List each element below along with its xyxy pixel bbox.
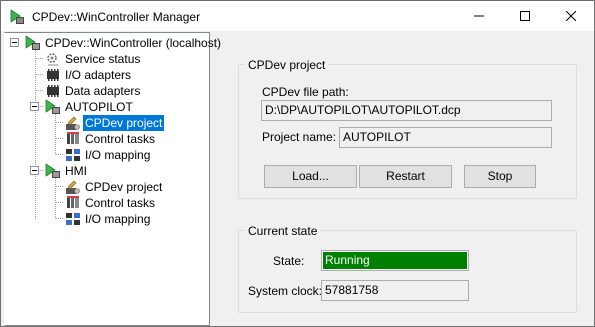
tree-item-hmi-io-mapping[interactable]: I/O mapping: [5, 211, 209, 227]
controller-play-icon: [10, 9, 24, 24]
tree-item-service-status[interactable]: Service status: [5, 51, 209, 67]
tree-item-autopilot-io-mapping[interactable]: I/O mapping: [5, 147, 209, 163]
state-field: Running: [321, 250, 469, 271]
tree-item-label: I/O adapters: [65, 68, 132, 82]
group-title: CPDev project: [245, 57, 329, 73]
tree-item-io-adapters[interactable]: I/O adapters: [5, 67, 209, 83]
close-icon: [566, 11, 576, 21]
tree-item-label: Data adapters: [65, 84, 141, 98]
tree-item-data-adapters[interactable]: Data adapters: [5, 83, 209, 99]
tree-item-hmi-cpdev-project[interactable]: CPDev project: [5, 179, 209, 195]
tree-item-root[interactable]: CPDev::WinController (localhost): [5, 35, 221, 51]
controller-play-icon: [45, 163, 60, 178]
tree-item-label: AUTOPILOT: [65, 100, 133, 114]
file-path-field[interactable]: D:\DP\AUTOPILOT\AUTOPILOT.dcp: [261, 100, 552, 121]
controller-play-icon: [25, 35, 40, 50]
io-mapping-icon: [66, 213, 80, 225]
navigation-tree[interactable]: CPDev::WinController (localhost) Service…: [4, 32, 221, 326]
adapter-chip-icon: [47, 85, 59, 97]
current-state-group: Current state State: Running System cloc…: [238, 223, 577, 313]
service-gears-icon: [47, 53, 58, 66]
project-name-label: Project name:: [262, 130, 337, 144]
state-value: Running: [322, 251, 468, 270]
minimize-button[interactable]: [456, 1, 502, 31]
collapse-icon[interactable]: [10, 38, 19, 47]
tree-item-autopilot-control-tasks[interactable]: Control tasks: [5, 131, 209, 147]
tree-item-label: CPDev project: [83, 115, 165, 131]
project-tools-icon: [66, 116, 80, 130]
project-name-field[interactable]: AUTOPILOT: [339, 127, 552, 148]
task-list-icon: [67, 196, 79, 208]
io-mapping-icon: [66, 149, 80, 161]
tree-item-label: Service status: [65, 52, 141, 66]
tree-item-label: CPDev project: [85, 180, 163, 194]
stop-button[interactable]: Stop: [464, 165, 536, 188]
system-clock-field: 57881758: [321, 280, 469, 301]
window-title: CPDev::WinController Manager: [32, 10, 201, 24]
minimize-icon: [474, 15, 484, 17]
adapter-chip-icon: [47, 69, 59, 81]
restart-button[interactable]: Restart: [359, 165, 452, 188]
file-path-label: CPDev file path:: [262, 85, 349, 99]
system-clock-label: System clock:: [248, 284, 323, 298]
state-label: State:: [273, 254, 305, 268]
main-window: CPDev::WinController Manager CPDev::WinC…: [0, 0, 595, 327]
tree-item-label: HMI: [65, 164, 87, 178]
group-title: Current state: [245, 223, 321, 239]
collapse-icon[interactable]: [30, 102, 39, 111]
maximize-button[interactable]: [502, 1, 548, 31]
cpdev-project-group: CPDev project CPDev file path: D:\DP\AUT…: [238, 57, 577, 199]
tree-item-label: I/O mapping: [85, 148, 151, 162]
tree-item-label: Control tasks: [85, 132, 156, 146]
tree-item-label: I/O mapping: [85, 212, 151, 226]
tree-item-hmi-control-tasks[interactable]: Control tasks: [5, 195, 209, 211]
load-button[interactable]: Load...: [264, 165, 357, 188]
task-list-icon: [67, 132, 79, 144]
tree-item-autopilot-cpdev-project[interactable]: CPDev project: [5, 115, 209, 131]
title-bar[interactable]: CPDev::WinController Manager: [1, 1, 594, 31]
tree-item-label: CPDev::WinController (localhost): [45, 36, 222, 50]
collapse-icon[interactable]: [30, 166, 39, 175]
controller-play-icon: [45, 99, 60, 114]
close-button[interactable]: [548, 1, 594, 31]
maximize-icon: [520, 11, 530, 21]
tree-item-hmi[interactable]: HMI: [5, 163, 209, 179]
tree-item-autopilot[interactable]: AUTOPILOT: [5, 99, 209, 115]
tree-item-label: Control tasks: [85, 196, 156, 210]
project-tools-icon: [66, 180, 80, 194]
